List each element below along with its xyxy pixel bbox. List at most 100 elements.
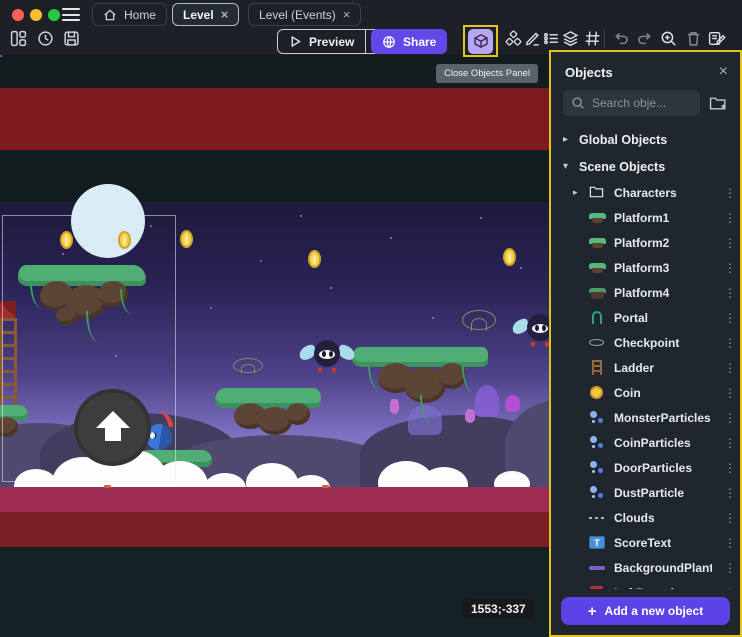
scene-variables-button[interactable] [708,30,726,48]
row-menu-icon[interactable]: ⋮ [720,461,740,475]
tab-close-icon[interactable]: × [221,8,229,21]
object-row-dustparticle[interactable]: DustParticle ⋮ [551,480,740,505]
object-row-scoretext[interactable]: T ScoreText ⋮ [551,530,740,555]
tab-level-events[interactable]: Level (Events) × [248,3,361,26]
row-menu-icon[interactable]: ⋮ [720,236,740,250]
tooltip: Close Objects Panel [436,64,538,83]
dust-particle [104,485,111,488]
object-row-coinparticles[interactable]: CoinParticles⋮ [551,430,740,455]
row-menu-icon[interactable]: ⋮ [720,211,740,225]
play-icon [289,35,302,48]
ladder-icon [589,360,606,376]
top-boundary-band [0,88,556,150]
delete-button[interactable] [685,30,703,48]
tab-close-icon[interactable]: × [343,8,351,21]
text-icon: T [589,535,606,551]
folder-row-characters[interactable]: ▸ Characters ⋮ [551,180,740,205]
history-button[interactable] [37,30,55,48]
object-row-portal[interactable]: Portal⋮ [551,305,740,330]
object-label: ScoreText [614,536,712,550]
row-menu-icon[interactable]: ⋮ [720,536,740,550]
row-menu-icon[interactable]: ⋮ [720,311,740,325]
object-row-checkpoint[interactable]: Checkpoint⋮ [551,330,740,355]
object-row-platform1[interactable]: Platform1 ⋮ [551,205,740,230]
objects-panel-title: Objects [565,65,719,80]
mushroom [505,395,520,412]
object-row-coin[interactable]: Coin⋮ [551,380,740,405]
jump-touch-control-object[interactable] [74,389,151,466]
row-menu-icon[interactable]: ⋮ [720,261,740,275]
add-folder-icon[interactable] [709,94,728,112]
row-menu-icon[interactable]: ⋮ [720,361,740,375]
tab-level[interactable]: Level × [172,3,239,26]
object-row-leftboundary[interactable]: LeftBoundary⋮ [551,580,740,589]
row-menu-icon[interactable]: ⋮ [720,411,740,425]
traffic-zoom-button[interactable] [48,9,60,21]
row-menu-icon[interactable]: ⋮ [720,386,740,400]
mushroom [465,409,475,423]
object-row-ladder[interactable]: Ladder⋮ [551,355,740,380]
row-menu-icon[interactable]: ⋮ [720,511,740,525]
object-groups-button[interactable] [505,30,523,48]
checkpoint-outline-object[interactable] [462,310,496,330]
scene-editor-canvas[interactable]: Close Objects Panel 1553;-337 [0,55,556,637]
main-menu-icon[interactable] [62,8,80,21]
platform-icon [589,260,606,276]
home-icon [103,8,117,22]
section-label: Scene Objects [579,160,665,174]
row-menu-icon[interactable]: ⋮ [720,486,740,500]
row-menu-icon[interactable]: ⋮ [720,336,740,350]
bottom-boundary-band [0,512,556,547]
redo-button[interactable] [636,30,654,48]
add-new-object-button[interactable]: + Add a new object [561,597,730,625]
search-input[interactable]: Search obje... [563,90,700,116]
zoom-in-icon [660,30,677,47]
object-row-clouds[interactable]: Clouds⋮ [551,505,740,530]
edit-object-button[interactable] [524,30,542,48]
object-label: BackgroundPlants [614,561,712,575]
object-row-backgroundplants[interactable]: BackgroundPlants ⋮ [551,555,740,580]
objects-panel: Objects × Search obje... ▸Global Objects… [549,50,742,637]
section-scene-objects[interactable]: ▾ Scene Objects [551,153,740,180]
row-menu-icon[interactable]: ⋮ [720,436,740,450]
toggle-objects-panel-button[interactable] [468,29,493,54]
zoom-in-button[interactable] [660,30,678,48]
caret-right-icon[interactable]: ▸ [563,134,572,145]
object-row-doorparticles[interactable]: DoorParticles⋮ [551,455,740,480]
pencil-icon [524,30,541,47]
traffic-minimize-button[interactable] [30,9,42,21]
undo-button[interactable] [613,30,631,48]
object-row-monsterparticles[interactable]: MonsterParticles⋮ [551,405,740,430]
dashes-icon [589,510,606,526]
window-header: Home Level × Level (Events) × [0,0,742,55]
object-label: DustParticle [614,486,712,500]
object-row-platform3[interactable]: Platform3⋮ [551,255,740,280]
coin-object[interactable] [180,230,193,248]
particles-icon [589,435,606,451]
object-label: Platform1 [614,211,712,225]
layers-button[interactable] [562,30,580,48]
share-button[interactable]: Share [371,29,447,54]
grid-button[interactable] [584,30,602,48]
object-row-platform2[interactable]: Platform2⋮ [551,230,740,255]
section-global-objects[interactable]: ▸Global Objects [551,126,740,153]
objects-panel-highlight [463,25,498,57]
object-label: Characters [614,186,712,200]
monster-object[interactable] [299,338,355,380]
save-button[interactable] [63,30,81,48]
tab-home[interactable]: Home [92,3,167,26]
close-icon[interactable]: × [719,64,728,80]
row-menu-icon[interactable]: ⋮ [720,186,740,200]
instances-list-button[interactable] [543,30,561,48]
caret-down-icon[interactable]: ▾ [563,161,572,172]
row-menu-icon[interactable]: ⋮ [720,561,740,575]
object-row-platform4[interactable]: Platform4⋮ [551,280,740,305]
row-menu-icon[interactable]: ⋮ [720,286,740,300]
row-menu-icon[interactable]: ⋮ [720,586,740,590]
traffic-close-button[interactable] [12,9,24,21]
checkpoint-outline-object[interactable] [233,358,263,373]
open-editors-panel-button[interactable] [10,30,28,48]
coin-object[interactable] [308,250,321,268]
caret-right-icon[interactable]: ▸ [573,187,581,198]
coin-object[interactable] [503,248,516,266]
